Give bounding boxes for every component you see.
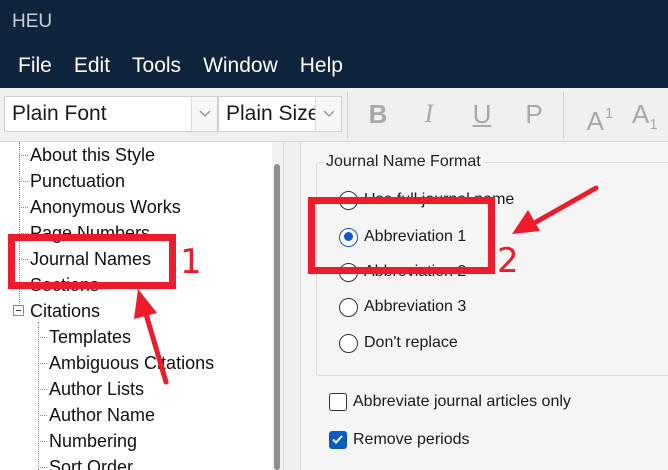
radio-abbreviation-3[interactable]: Abbreviation 3 [339,296,466,318]
radio-button[interactable] [339,333,358,353]
scrollbar-thumb[interactable] [274,164,280,470]
radio-label: Abbreviation 3 [364,298,467,315]
tree-item-author-lists[interactable]: Author Lists [49,377,144,401]
annotation-box-journal-names [8,234,176,289]
size-dropdown-button[interactable] [315,97,341,131]
subscript-mark: 1 [649,116,658,134]
radio-button[interactable] [339,297,358,317]
tree-item-about[interactable]: About this Style [30,143,155,167]
menu-tools[interactable]: Tools [121,54,192,78]
group-title: Journal Name Format [324,153,483,171]
font-select[interactable]: Plain Font [4,96,218,132]
tree-item-author-name[interactable]: Author Name [49,403,155,427]
radio-dont-replace[interactable]: Don't replace [339,332,458,354]
tree-item-sort-order[interactable]: Sort Order [49,455,133,470]
checkbox-label: Abbreviate journal articles only [353,393,571,410]
superscript-button[interactable]: A1 [580,98,620,136]
size-select[interactable]: Plain Size [218,96,342,132]
size-select-value: Plain Size [226,102,320,125]
menu-help[interactable]: Help [289,54,354,78]
font-dropdown-button[interactable] [191,97,217,131]
menu-file[interactable]: File [8,54,63,78]
tree-connector [38,337,47,338]
toolbar-divider [563,92,564,138]
tree-scrollbar[interactable] [272,142,283,470]
tree-connector [38,389,47,390]
chevron-down-icon [199,110,211,118]
tree-item-ambiguous-citations[interactable]: Ambiguous Citations [49,351,214,375]
tree-connector [19,207,28,208]
tree-connector [38,363,47,364]
superscript-base: A [586,106,604,136]
annotation-number-2: 2 [497,241,519,281]
checkbox-label: Remove periods [353,431,470,448]
tree-item-templates[interactable]: Templates [49,325,131,349]
italic-button[interactable]: I [411,98,447,132]
menu-edit[interactable]: Edit [63,54,121,78]
tree-connector [19,181,28,182]
annotation-number-1: 1 [180,242,202,282]
font-select-value: Plain Font [12,102,107,125]
tree-connector [38,415,47,416]
subscript-base: A [632,99,650,129]
format-toolbar: Plain Font Plain Size B I U P A1 A1 [0,88,668,142]
tree-connector [38,467,47,468]
style-tree: About this Style Punctuation Anonymous W… [0,142,283,470]
tree-connector [38,441,47,442]
panel-splitter[interactable] [283,142,301,470]
bold-button[interactable]: B [360,98,396,132]
plain-button[interactable]: P [516,98,552,132]
subscript-button[interactable]: A1 [632,98,668,134]
checkmark-icon [332,435,343,444]
menu-bar: File Edit Tools Window Help [0,44,668,88]
menu-window[interactable]: Window [192,54,289,78]
annotation-box-abbreviation [308,197,495,274]
collapse-icon[interactable] [13,305,24,316]
tree-item-numbering[interactable]: Numbering [49,429,137,453]
checkbox-remove-periods[interactable]: Remove periods [329,429,470,451]
tree-item-citations[interactable]: Citations [30,299,100,323]
underline-button[interactable]: U [464,98,500,132]
checkbox-abbreviate-articles[interactable]: Abbreviate journal articles only [329,391,571,413]
radio-label: Don't replace [364,334,458,351]
title-bar: HEU [0,0,668,44]
superscript-mark: 1 [605,105,614,122]
tree-item-punctuation[interactable]: Punctuation [30,169,125,193]
chevron-down-icon [323,110,335,118]
checkbox-checked[interactable] [329,431,347,449]
toolbar-divider [347,92,348,138]
tree-connector [19,155,28,156]
tree-connector [38,322,39,470]
window-title: HEU [12,11,53,32]
tree-item-anonymous-works[interactable]: Anonymous Works [30,195,181,219]
checkbox[interactable] [329,393,347,411]
